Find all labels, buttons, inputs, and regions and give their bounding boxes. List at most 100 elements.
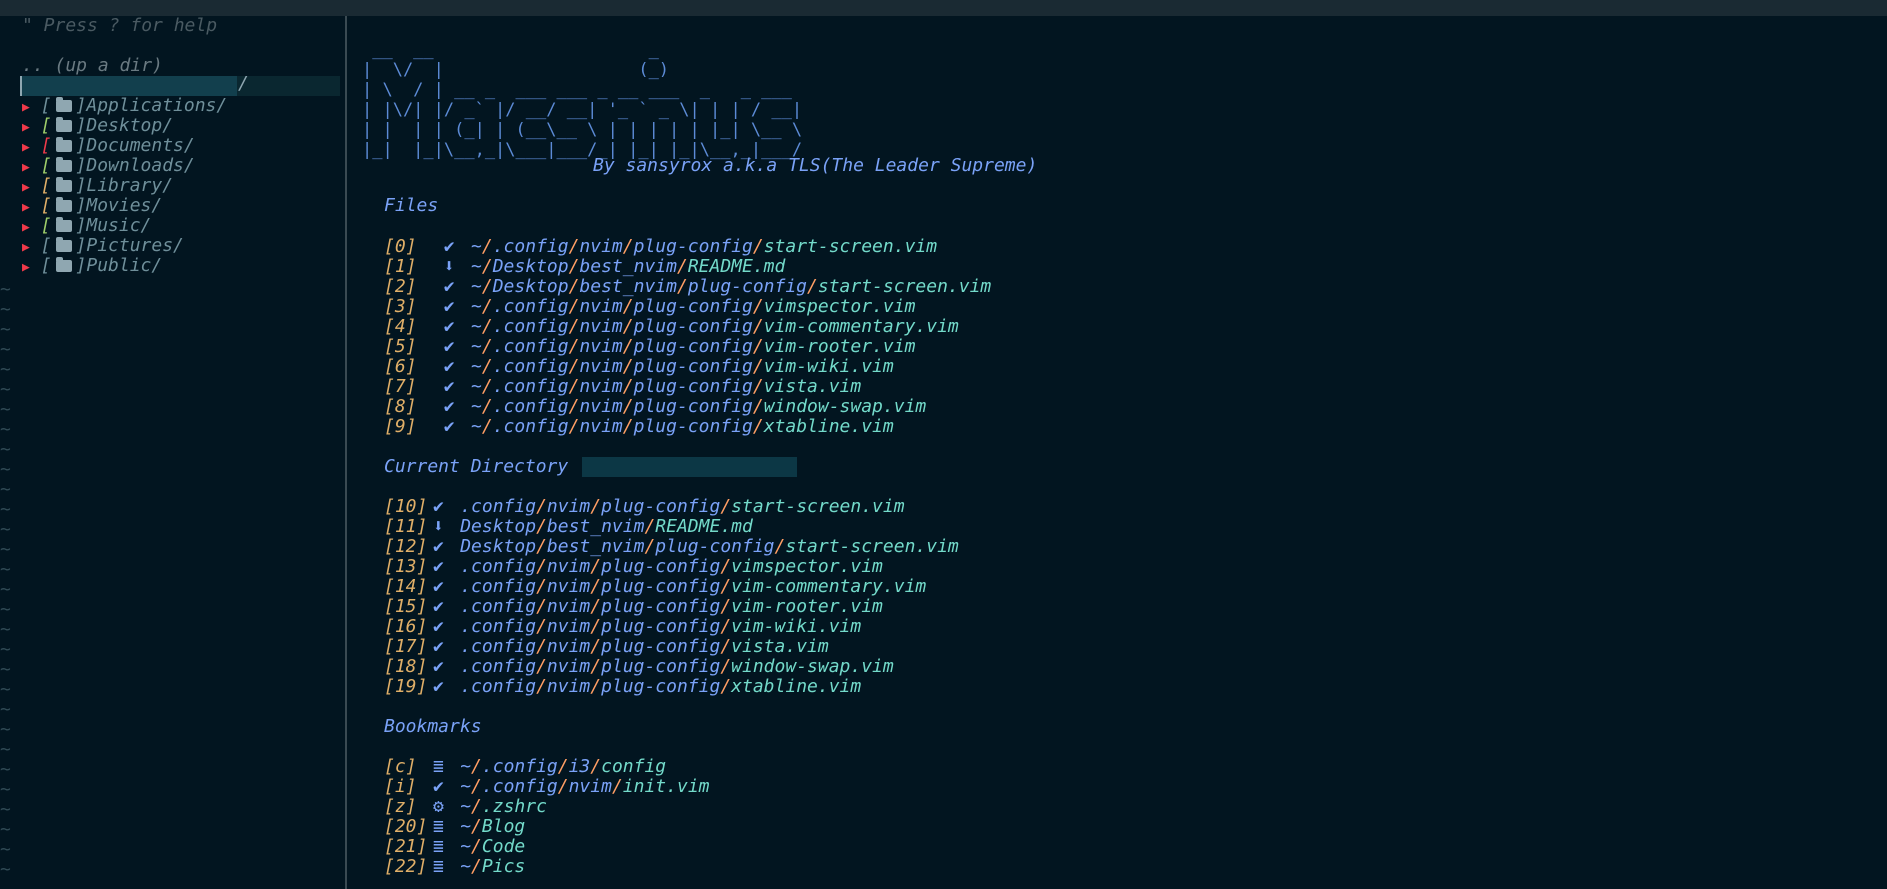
entry-path: ~/Desktop/best_nvim/plug-config/start-sc… (471, 276, 992, 297)
entry-path: ~/Pics (460, 856, 526, 877)
vim-icon: ✔ (432, 556, 444, 577)
start-screen-entry[interactable]: [6] ✔ ~/.config/nvim/plug-config/vim-wik… (384, 357, 894, 377)
tree-item[interactable]: ▶ []Applications/ (22, 96, 227, 116)
tree-item-label: ]Music/ (75, 215, 152, 236)
entry-path: .config/nvim/plug-config/vim-commentary.… (460, 576, 927, 597)
entry-index: [18] (384, 656, 428, 677)
entry-index: [14] (384, 576, 428, 597)
pane-divider[interactable] (345, 16, 347, 889)
folder-icon (55, 137, 72, 152)
help-hint: " Press ? for help (22, 15, 218, 36)
start-screen-entry[interactable]: [4] ✔ ~/.config/nvim/plug-config/vim-com… (384, 317, 959, 337)
tree-item[interactable]: ▶ [ ]Public/ (22, 256, 162, 276)
tree-item[interactable]: ▶ []Movies/ (22, 196, 162, 216)
text-file-icon: ≣ (432, 856, 444, 877)
vim-icon: ✔ (443, 396, 455, 417)
folder-icon (55, 257, 72, 272)
git-status-bracket: [ (29, 115, 52, 136)
start-screen-entry[interactable]: [8] ✔ ~/.config/nvim/plug-config/window-… (384, 397, 926, 417)
start-screen-entry[interactable]: [c] ≣ ~/.config/i3/config (384, 757, 666, 777)
start-screen-entry[interactable]: [21] ≣ ~/Code (384, 837, 525, 857)
markdown-icon: ⬇ (443, 256, 455, 277)
start-screen-entry[interactable]: [9] ✔ ~/.config/nvim/plug-config/xtablin… (384, 417, 894, 437)
start-screen-entry[interactable]: [15] ✔ .config/nvim/plug-config/vim-roote… (384, 597, 883, 617)
section-current-dir-title: Current Directory (384, 456, 569, 477)
vim-icon: ✔ (432, 496, 444, 517)
entry-index: [c] (384, 756, 428, 777)
expand-arrow-icon[interactable]: ▶ (22, 200, 30, 215)
expand-arrow-icon[interactable]: ▶ (22, 240, 30, 255)
folder-icon (55, 97, 72, 112)
entry-index: [21] (384, 836, 428, 857)
start-screen-entry[interactable]: [0] ✔ ~/.config/nvim/plug-config/start-s… (384, 237, 937, 257)
start-screen-entry[interactable]: [2] ✔ ~/Desktop/best_nvim/plug-config/st… (384, 277, 991, 297)
expand-arrow-icon[interactable]: ▶ (22, 100, 30, 115)
entry-index: [3] (384, 296, 439, 317)
current-dir-highlight[interactable] (22, 76, 237, 96)
git-status-bracket: [ (29, 255, 52, 276)
start-screen-entry[interactable]: [z] ⚙ ~/.zshrc (384, 797, 547, 817)
entry-index: [16] (384, 616, 428, 637)
git-status-bracket: [ (29, 175, 52, 196)
expand-arrow-icon[interactable]: ▶ (22, 180, 30, 195)
vim-icon: ✔ (432, 536, 444, 557)
expand-arrow-icon[interactable]: ▶ (22, 160, 30, 175)
entry-index: [22] (384, 856, 428, 877)
tree-item[interactable]: ▶ []Downloads/ (22, 156, 195, 176)
entry-path: .config/nvim/plug-config/vista.vim (460, 636, 829, 657)
entry-index: [8] (384, 396, 439, 417)
gear-icon: ⚙ (432, 796, 444, 817)
start-screen-entry[interactable]: [14] ✔ .config/nvim/plug-config/vim-comme… (384, 577, 926, 597)
start-screen-entry[interactable]: [20] ≣ ~/Blog (384, 817, 525, 837)
start-screen-entry[interactable]: [16] ✔ .config/nvim/plug-config/vim-wiki.… (384, 617, 861, 637)
start-screen-entry[interactable]: [13] ✔ .config/nvim/plug-config/vimspecto… (384, 557, 883, 577)
expand-arrow-icon[interactable]: ▶ (22, 260, 30, 275)
entry-index: [19] (384, 676, 428, 697)
start-screen-entry[interactable]: [3] ✔ ~/.config/nvim/plug-config/vimspec… (384, 297, 915, 317)
tree-item-label: ]Documents/ (75, 135, 195, 156)
tree-item[interactable]: ▶ []Music/ (22, 216, 151, 236)
entry-index: [1] (384, 256, 439, 277)
expand-arrow-icon[interactable]: ▶ (22, 120, 30, 135)
start-screen-entry[interactable]: [18] ✔ .config/nvim/plug-config/window-sw… (384, 657, 894, 677)
folder-icon (55, 157, 72, 172)
section-bookmarks-title: Bookmarks (384, 716, 482, 737)
vim-icon: ✔ (432, 676, 444, 697)
start-screen-entry[interactable]: [5] ✔ ~/.config/nvim/plug-config/vim-roo… (384, 337, 915, 357)
expand-arrow-icon[interactable]: ▶ (22, 220, 30, 235)
start-screen-entry[interactable]: [10] ✔ .config/nvim/plug-config/start-scr… (384, 497, 905, 517)
tree-item[interactable]: ▶ [ ]Library/ (22, 176, 173, 196)
start-screen-entry[interactable]: [7] ✔ ~/.config/nvim/plug-config/vista.v… (384, 377, 861, 397)
folder-icon (55, 197, 72, 212)
git-status-bracket: [ (29, 155, 52, 176)
expand-arrow-icon[interactable]: ▶ (22, 140, 30, 155)
text-cursor (20, 76, 22, 96)
entry-path: ~/.config/nvim/plug-config/start-screen.… (471, 236, 938, 257)
vim-icon: ✔ (432, 576, 444, 597)
start-screen-entry[interactable]: [22] ≣ ~/Pics (384, 857, 525, 877)
start-screen-entry[interactable]: [12] ✔ Desktop/best_nvim/plug-config/star… (384, 537, 959, 557)
vim-icon: ✔ (443, 416, 455, 437)
vim-icon: ✔ (432, 596, 444, 617)
start-screen-entry[interactable]: [11] ⬇ Desktop/best_nvim/README.md (384, 517, 753, 537)
tree-item[interactable]: ▶ []Desktop/ (22, 116, 173, 136)
vim-icon: ✔ (432, 616, 444, 637)
tree-item[interactable]: ▶ []Pictures/ (22, 236, 184, 256)
tree-item[interactable]: ▶ []Documents/ (22, 136, 195, 156)
start-screen-entry[interactable]: [1] ⬇ ~/Desktop/best_nvim/README.md (384, 257, 785, 277)
entry-path: ~/.config/nvim/plug-config/vim-rooter.vi… (471, 336, 916, 357)
empty-line-markers: ~ ~ ~ ~ ~ ~ ~ ~ ~ ~ ~ ~ ~ ~ ~ ~ ~ ~ ~ ~ … (0, 279, 11, 880)
entry-index: [12] (384, 536, 428, 557)
tree-item-label: ]Library/ (75, 175, 174, 196)
vim-icon: ✔ (443, 336, 455, 357)
entry-path: ~/.config/nvim/plug-config/vim-commentar… (471, 316, 959, 337)
vim-icon: ✔ (432, 656, 444, 677)
tree-item-label: ]Public/ (75, 255, 163, 276)
vim-icon: ✔ (432, 636, 444, 657)
up-dir-item[interactable]: .. (up a dir) (22, 56, 163, 76)
start-screen-entry[interactable]: [19] ✔ .config/nvim/plug-config/xtabline.… (384, 677, 861, 697)
entry-index: [17] (384, 636, 428, 657)
start-screen-entry[interactable]: [i] ✔ ~/.config/nvim/init.vim (384, 777, 710, 797)
start-screen-entry[interactable]: [17] ✔ .config/nvim/plug-config/vista.vim (384, 637, 829, 657)
vim-icon: ✔ (443, 236, 455, 257)
